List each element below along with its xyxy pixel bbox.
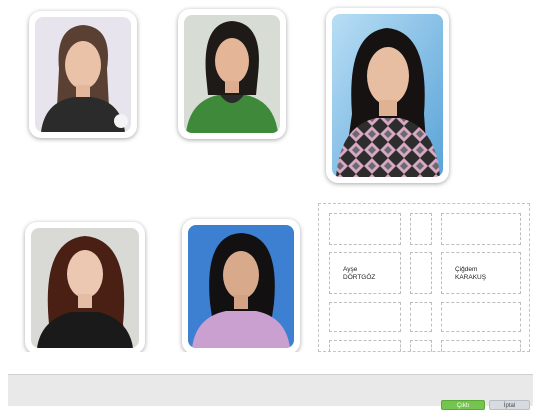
name-slot-grid: Ayşe DÖRTGÖZ Çiğdem KARAKUŞ <box>318 203 530 352</box>
photo-canvas: Ayşe DÖRTGÖZ Çiğdem KARAKUŞ <box>0 0 533 352</box>
empty-slot[interactable] <box>329 213 401 245</box>
portrait-photo <box>332 14 443 177</box>
portrait-photo <box>184 15 280 133</box>
empty-slot[interactable] <box>329 340 401 352</box>
name-slot-left[interactable]: Ayşe DÖRTGÖZ <box>329 252 401 294</box>
photo-card-2[interactable] <box>178 9 286 139</box>
empty-slot[interactable] <box>441 213 521 245</box>
photo-card-1[interactable] <box>29 11 137 138</box>
photo-card-3[interactable] <box>326 8 449 183</box>
portrait-photo <box>35 17 131 132</box>
portrait-photo <box>31 228 139 348</box>
print-button[interactable]: Çıktı <box>441 400 485 410</box>
photo-card-4[interactable] <box>25 222 145 352</box>
empty-slot[interactable] <box>410 340 432 352</box>
empty-slot[interactable] <box>410 213 432 245</box>
name-slot-right[interactable]: Çiğdem KARAKUŞ <box>441 252 521 294</box>
student-name-right: Çiğdem KARAKUŞ <box>455 266 487 281</box>
photo-card-5[interactable] <box>182 219 300 352</box>
empty-slot[interactable] <box>441 340 521 352</box>
portrait-photo <box>188 225 294 348</box>
empty-slot[interactable] <box>410 302 432 332</box>
empty-slot[interactable] <box>410 252 432 294</box>
student-name-left: Ayşe DÖRTGÖZ <box>343 266 376 281</box>
footer-area <box>0 352 533 406</box>
empty-slot[interactable] <box>441 302 521 332</box>
cancel-button[interactable]: İptal <box>489 400 530 410</box>
empty-slot[interactable] <box>329 302 401 332</box>
